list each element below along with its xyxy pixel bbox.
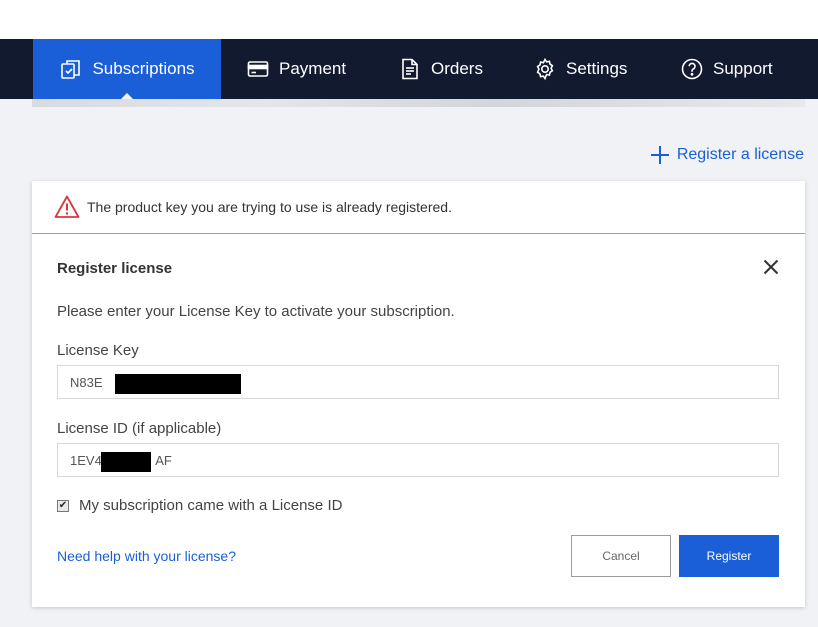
register-license-link[interactable]: Register a license bbox=[650, 145, 804, 165]
tab-support-label: Support bbox=[713, 59, 773, 78]
license-id-checkbox[interactable]: ✔ bbox=[57, 499, 69, 512]
tab-orders[interactable]: Orders bbox=[398, 39, 483, 99]
plus-icon bbox=[650, 146, 669, 164]
top-whitespace bbox=[0, 0, 818, 39]
dialog-title: Register license bbox=[57, 260, 173, 277]
register-button[interactable]: Register bbox=[679, 535, 779, 577]
error-alert: The product key you are trying to use is… bbox=[32, 181, 805, 234]
license-id-checkbox-row[interactable]: ✔ My subscription came with a License ID bbox=[57, 497, 342, 514]
license-id-label: License ID (if applicable) bbox=[57, 420, 222, 437]
tab-payment[interactable]: Payment bbox=[246, 39, 346, 99]
main-navbar: Subscriptions Payment Orders Settings Su… bbox=[0, 39, 818, 100]
card-icon bbox=[246, 57, 270, 81]
license-help-link[interactable]: Need help with your license? bbox=[57, 548, 236, 564]
close-icon[interactable] bbox=[763, 259, 779, 275]
license-key-label: License Key bbox=[57, 342, 139, 359]
cancel-button[interactable]: Cancel bbox=[571, 535, 671, 577]
license-key-field[interactable] bbox=[57, 365, 779, 399]
dialog-intro-text: Please enter your License Key to activat… bbox=[57, 303, 455, 320]
help-icon bbox=[680, 57, 704, 81]
license-id-input[interactable] bbox=[58, 444, 778, 476]
license-id-checkbox-label: My subscription came with a License ID bbox=[79, 497, 343, 514]
document-icon bbox=[398, 57, 422, 81]
tab-subscriptions[interactable]: Subscriptions bbox=[33, 39, 221, 100]
redaction-box bbox=[101, 452, 151, 472]
tab-support[interactable]: Support bbox=[680, 39, 773, 99]
tab-payment-label: Payment bbox=[279, 59, 347, 78]
gear-icon bbox=[533, 57, 557, 81]
tab-orders-label: Orders bbox=[431, 59, 483, 78]
tab-settings-label: Settings bbox=[566, 59, 628, 78]
subscriptions-icon bbox=[59, 57, 83, 81]
register-license-label: Register a license bbox=[676, 146, 804, 163]
hero-banner-strip bbox=[32, 99, 805, 107]
license-id-field[interactable] bbox=[57, 443, 779, 477]
tab-subscriptions-label: Subscriptions bbox=[92, 59, 195, 78]
register-license-dialog: The product key you are trying to use is… bbox=[32, 181, 805, 607]
alert-message: The product key you are trying to use is… bbox=[87, 199, 452, 215]
warning-icon bbox=[54, 195, 80, 218]
redaction-box bbox=[115, 374, 241, 394]
tab-settings[interactable]: Settings bbox=[533, 39, 627, 99]
